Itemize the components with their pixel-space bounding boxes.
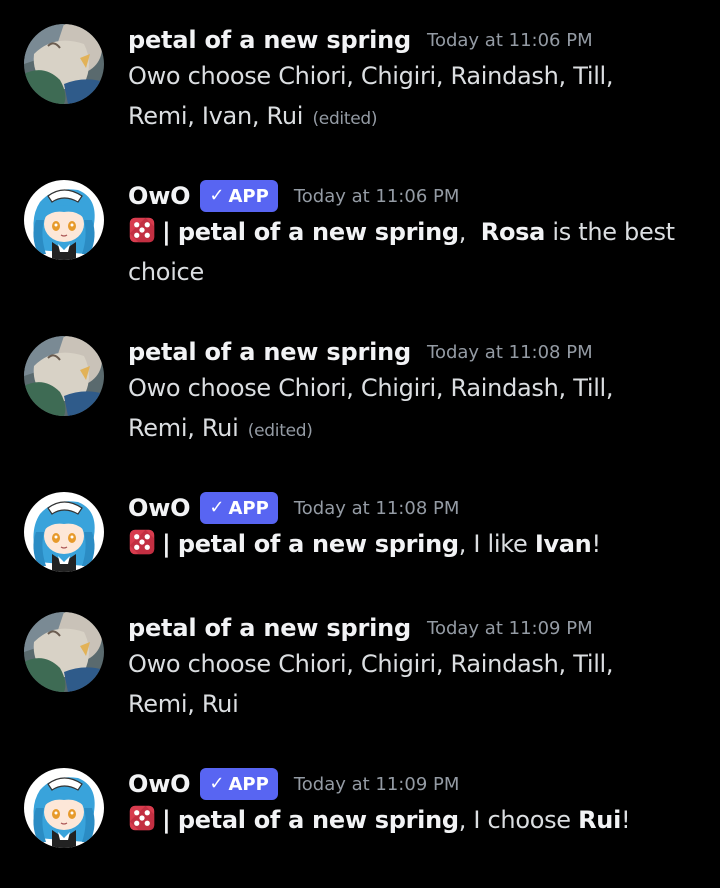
message-text: I like xyxy=(466,530,535,558)
message-body: | petal of a new spring, I choose Rui! xyxy=(128,800,708,840)
message-header: petal of a new spring Today at 11:09 PM xyxy=(128,612,708,644)
app-badge: ✓ APP xyxy=(200,768,278,800)
avatar[interactable] xyxy=(24,180,104,260)
author-name[interactable]: petal of a new spring xyxy=(128,26,411,54)
edited-label: (edited) xyxy=(247,421,313,441)
message-header: OwO ✓ APP Today at 11:09 PM xyxy=(128,768,708,800)
message-text: I choose xyxy=(466,806,579,834)
app-badge-label: APP xyxy=(228,773,269,795)
message-header: OwO ✓ APP Today at 11:08 PM xyxy=(128,492,708,524)
author-name[interactable]: petal of a new spring xyxy=(128,338,411,366)
message-body: Owo choose Chiori, Chigiri, Raindash, Ti… xyxy=(128,644,708,724)
game-die-icon xyxy=(128,216,156,244)
avatar[interactable] xyxy=(24,492,104,572)
app-badge: ✓ APP xyxy=(200,492,278,524)
comma: , xyxy=(458,218,467,246)
message-header: petal of a new spring Today at 11:06 PM xyxy=(128,24,708,56)
chosen-option: Rosa xyxy=(480,218,546,246)
message-header: petal of a new spring Today at 11:08 PM xyxy=(128,336,708,368)
author-name[interactable]: OwO xyxy=(128,770,191,798)
chat-log: petal of a new spring Today at 11:06 PM … xyxy=(0,0,720,888)
message-text: ! xyxy=(591,530,601,558)
separator: | xyxy=(162,530,171,558)
checkmark-icon: ✓ xyxy=(209,773,225,794)
message-text-line: Remi, Rui (edited) xyxy=(128,408,708,451)
avatar[interactable] xyxy=(24,336,104,416)
game-die-icon xyxy=(128,804,156,832)
message-content: petal of a new spring Today at 11:08 PM … xyxy=(128,336,708,451)
message-body: Owo choose Chiori, Chigiri, Raindash, Ti… xyxy=(128,368,708,451)
message-body: | petal of a new spring, I like Ivan! xyxy=(128,524,708,564)
message-body: Owo choose Chiori, Chigiri, Raindash, Ti… xyxy=(128,56,708,139)
message-text: is the best xyxy=(545,218,675,246)
message-text-line: | petal of a new spring, I like Ivan! xyxy=(128,524,708,564)
author-name[interactable]: petal of a new spring xyxy=(128,614,411,642)
message-content: OwO ✓ APP Today at 11:08 PM | petal of a… xyxy=(128,492,708,564)
message-text-line: Remi, Rui xyxy=(128,690,239,718)
message-content: OwO ✓ APP Today at 11:06 PM | petal of a… xyxy=(128,180,708,292)
checkmark-icon: ✓ xyxy=(209,497,225,518)
timestamp[interactable]: Today at 11:06 PM xyxy=(427,30,593,51)
user-mention: petal of a new spring xyxy=(177,530,459,558)
message-text-line: | petal of a new spring, I choose Rui! xyxy=(128,800,708,840)
message-text-line: Owo choose Chiori, Chigiri, Raindash, Ti… xyxy=(128,374,614,402)
edited-label: (edited) xyxy=(312,109,378,129)
message-text-line: Owo choose Chiori, Chigiri, Raindash, Ti… xyxy=(128,650,614,678)
message-text: Remi, Rui xyxy=(128,414,239,442)
message-text-line: Remi, Ivan, Rui (edited) xyxy=(128,96,708,139)
checkmark-icon: ✓ xyxy=(209,185,225,206)
separator: | xyxy=(162,218,171,246)
timestamp[interactable]: Today at 11:06 PM xyxy=(294,186,460,207)
message-content: petal of a new spring Today at 11:09 PM … xyxy=(128,612,708,724)
message-text: Remi, Ivan, Rui xyxy=(128,102,304,130)
message-text: ! xyxy=(621,806,631,834)
message-content: petal of a new spring Today at 11:06 PM … xyxy=(128,24,708,139)
comma: , xyxy=(458,806,467,834)
message-header: OwO ✓ APP Today at 11:06 PM xyxy=(128,180,708,212)
app-badge: ✓ APP xyxy=(200,180,278,212)
comma: , xyxy=(458,530,467,558)
separator: | xyxy=(162,806,171,834)
user-mention: petal of a new spring xyxy=(177,806,459,834)
chosen-option: Rui xyxy=(578,806,622,834)
app-badge-label: APP xyxy=(228,185,269,207)
author-name[interactable]: OwO xyxy=(128,494,191,522)
message-text-line: | petal of a new spring, Rosa is the bes… xyxy=(128,212,708,252)
message-text-line: Owo choose Chiori, Chigiri, Raindash, Ti… xyxy=(128,62,614,90)
message-content: OwO ✓ APP Today at 11:09 PM | petal of a… xyxy=(128,768,708,840)
timestamp[interactable]: Today at 11:08 PM xyxy=(294,498,460,519)
message-body: | petal of a new spring, Rosa is the bes… xyxy=(128,212,708,292)
author-name[interactable]: OwO xyxy=(128,182,191,210)
timestamp[interactable]: Today at 11:08 PM xyxy=(427,342,593,363)
avatar[interactable] xyxy=(24,768,104,848)
timestamp[interactable]: Today at 11:09 PM xyxy=(427,618,593,639)
user-mention: petal of a new spring xyxy=(177,218,459,246)
avatar[interactable] xyxy=(24,24,104,104)
avatar[interactable] xyxy=(24,612,104,692)
chosen-option: Ivan xyxy=(534,530,592,558)
app-badge-label: APP xyxy=(228,497,269,519)
message-text-line: choice xyxy=(128,258,204,286)
game-die-icon xyxy=(128,528,156,556)
timestamp[interactable]: Today at 11:09 PM xyxy=(294,774,460,795)
